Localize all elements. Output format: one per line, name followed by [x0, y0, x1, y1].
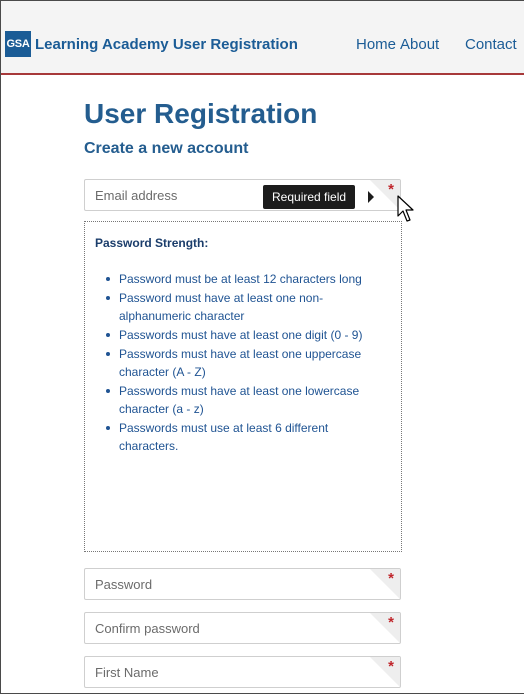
nav-about-link[interactable]: About [400, 36, 439, 53]
password-rule-item: Passwords must use at least 6 different … [106, 419, 387, 455]
required-corner [370, 613, 400, 643]
password-strength-panel: Password Strength: Password must be at l… [84, 221, 402, 552]
confirm-password-field: * [84, 612, 401, 644]
required-corner [370, 180, 400, 210]
required-asterisk-icon: * [388, 181, 394, 198]
password-field: * [84, 568, 401, 600]
password-rules-list: Password must be at least 12 characters … [106, 270, 387, 456]
first-name-field: * [84, 656, 401, 688]
nav-home-link[interactable]: Home [356, 36, 396, 53]
required-field-tooltip: Required field [263, 185, 356, 209]
required-corner [370, 657, 400, 687]
password-rule-item: Passwords must have at least one upperca… [106, 345, 387, 381]
password-input[interactable] [85, 569, 400, 599]
required-asterisk-icon: * [388, 570, 394, 587]
required-asterisk-icon: * [388, 614, 394, 631]
page-subtitle: Create a new account [84, 140, 249, 157]
first-name-input[interactable] [85, 657, 400, 687]
tooltip-arrow [368, 191, 374, 203]
top-navbar: GSA Learning Academy User Registration H… [1, 1, 524, 75]
password-rule-item: Passwords must have at least one lowerca… [106, 382, 387, 418]
site-brand-link[interactable]: Learning Academy User Registration [35, 36, 298, 53]
mouse-pointer-icon [397, 195, 414, 222]
required-corner [370, 569, 400, 599]
nav-contact-link[interactable]: Contact [465, 36, 517, 53]
gsa-logo[interactable]: GSA [5, 31, 31, 57]
browser-viewport: GSA Learning Academy User Registration H… [0, 0, 524, 694]
required-asterisk-icon: * [388, 658, 394, 675]
page-title: User Registration [84, 98, 318, 129]
password-rule-item: Password must have at least one non-alph… [106, 289, 387, 325]
password-rule-item: Password must be at least 12 characters … [106, 270, 387, 288]
password-rule-item: Passwords must have at least one digit (… [106, 326, 387, 344]
confirm-password-input[interactable] [85, 613, 400, 643]
password-strength-heading: Password Strength: [95, 236, 209, 250]
